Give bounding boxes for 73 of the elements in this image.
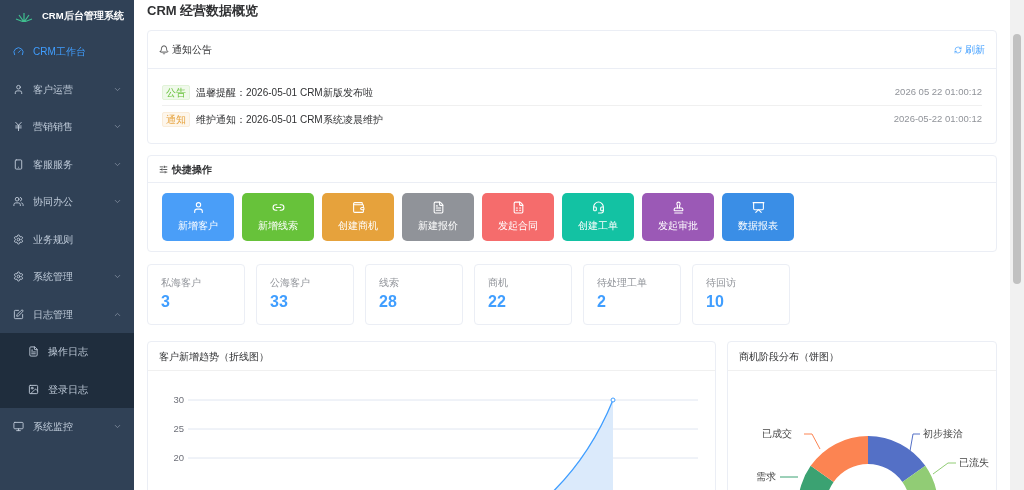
quick-action-button[interactable]: 发起审批 bbox=[642, 193, 714, 241]
picture-icon bbox=[28, 383, 39, 395]
chart-label: 已成交 bbox=[762, 428, 792, 440]
leaf-logo-icon bbox=[15, 11, 33, 22]
card-title: 通知公告 bbox=[172, 43, 212, 57]
sidebar-item[interactable]: CRM工作台 bbox=[0, 33, 134, 71]
notice-tag: 通知 bbox=[162, 112, 190, 127]
presentation-icon bbox=[751, 201, 765, 214]
chart-label: 初步接洽 bbox=[923, 428, 963, 440]
sliders-icon bbox=[159, 164, 168, 174]
document-icon bbox=[28, 346, 39, 358]
edit-icon bbox=[13, 308, 24, 320]
chart-label: 已流失 bbox=[959, 457, 989, 469]
sidebar-item[interactable]: 协同办公 bbox=[0, 183, 134, 221]
stat-label: 商机 bbox=[488, 276, 509, 290]
axis-tick-label: 30 bbox=[172, 395, 184, 405]
sidebar-item[interactable]: 营销销售 bbox=[0, 108, 134, 146]
sidebar-item[interactable]: 操作日志 bbox=[0, 333, 134, 371]
notice-row[interactable]: 通知 维护通知：2026-05-01 CRM系统凌晨维护 2026-05-22 01:00:12 bbox=[162, 106, 982, 133]
card-title: 客户新增趋势（折线图） bbox=[159, 349, 269, 364]
sidebar-item[interactable]: 登录日志 bbox=[0, 370, 134, 408]
sidebar-item[interactable]: 客服服务 bbox=[0, 145, 134, 183]
leader-line bbox=[779, 476, 799, 478]
sidebar-item[interactable]: 系统管理 bbox=[0, 258, 134, 296]
monitor-icon bbox=[13, 421, 24, 433]
gear-icon bbox=[13, 233, 24, 245]
document-icon bbox=[511, 201, 525, 214]
notice-tag: 公告 bbox=[162, 84, 190, 100]
page-title: CRM 经营数据概览 bbox=[147, 2, 260, 20]
stat-label: 待处理工单 bbox=[597, 276, 648, 290]
axis-tick-label: 20 bbox=[172, 453, 184, 463]
card-title: 快捷操作 bbox=[172, 162, 212, 177]
notice-time: 2026 05 22 01:00:12 bbox=[894, 84, 982, 99]
gauge-icon bbox=[13, 46, 24, 58]
stat-value: 22 bbox=[488, 292, 507, 312]
stat-label: 公海客户 bbox=[270, 276, 311, 290]
headset-icon bbox=[591, 201, 605, 214]
sidebar-item[interactable]: 日志管理 bbox=[0, 295, 134, 333]
stat-value: 10 bbox=[706, 292, 725, 312]
wallet-icon bbox=[351, 201, 365, 214]
link-icon bbox=[271, 201, 285, 214]
leader-line bbox=[932, 462, 957, 475]
bell-icon bbox=[159, 44, 169, 55]
leader-line bbox=[909, 433, 921, 452]
notice-text: 维护通知：2026-05-01 CRM系统凌晨维护 bbox=[196, 113, 384, 127]
axis-tick-label: 25 bbox=[172, 424, 184, 434]
sidebar-item[interactable]: 系统监控 bbox=[0, 408, 134, 446]
document-icon bbox=[431, 201, 445, 214]
sidebar-item[interactable]: 客户运营 bbox=[0, 70, 134, 108]
stat-value: 28 bbox=[379, 292, 398, 312]
stat-label: 线索 bbox=[379, 276, 400, 290]
leader-line bbox=[803, 433, 821, 450]
user-icon bbox=[191, 201, 205, 214]
notice-text: 温馨提醒：2026-05-01 CRM新版发布啦 bbox=[196, 85, 374, 100]
notice-row[interactable]: 公告 温馨提醒：2026-05-01 CRM新版发布啦 2026 05 22 01:00:12 bbox=[162, 79, 982, 106]
stat-label: 私海客户 bbox=[161, 276, 202, 290]
stamp-icon bbox=[671, 201, 685, 214]
stat-value: 2 bbox=[597, 292, 607, 312]
chart-label: 需求 bbox=[756, 471, 776, 483]
stat-value: 3 bbox=[161, 292, 171, 312]
user-icon bbox=[13, 83, 24, 95]
card-title: 商机阶段分布（饼图） bbox=[739, 349, 839, 364]
scrollbar[interactable] bbox=[1010, 0, 1024, 490]
yen-icon bbox=[13, 121, 24, 133]
app-title: CRM后台管理系统 bbox=[42, 9, 124, 24]
stat-value: 33 bbox=[270, 292, 289, 312]
stat-label: 待回访 bbox=[706, 276, 737, 290]
phone-icon bbox=[13, 158, 24, 170]
gear-icon bbox=[13, 271, 24, 283]
refresh-icon bbox=[954, 45, 962, 54]
notice-time: 2026-05-22 01:00:12 bbox=[893, 112, 982, 127]
users-icon bbox=[13, 196, 24, 208]
sidebar-item[interactable]: 业务规则 bbox=[0, 220, 134, 258]
